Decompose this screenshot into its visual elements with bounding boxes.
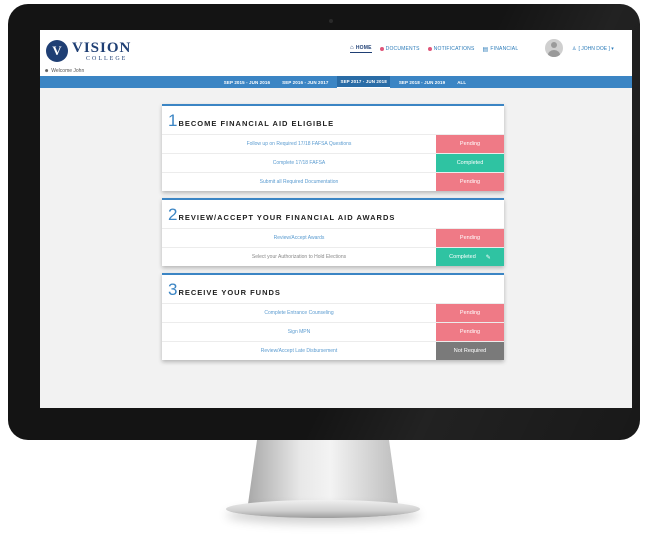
nav-notifications[interactable]: NOTIFICATIONS	[427, 46, 475, 52]
user-menu[interactable]: ♙ [ JOHN DOE ] ▾	[572, 46, 614, 52]
step-number: 2	[168, 205, 178, 224]
status-badge: Not Required	[436, 342, 504, 360]
top-bar: V VISION COLLEGE ☻ Welcome John ⌂ HOME D…	[40, 30, 632, 76]
documents-badge-icon	[379, 47, 384, 51]
main-nav: ⌂ HOME DOCUMENTS NOTIFICATIONS ▤ FINANCI…	[350, 45, 518, 53]
status-badge: Pending	[436, 304, 504, 322]
step-title: REVIEW/ACCEPT YOUR FINANCIAL AID AWARDS	[178, 213, 396, 222]
logo-mark: V	[46, 40, 68, 62]
steps-list: 1 BECOME FINANCIAL AID ELIGIBLE Follow u…	[162, 104, 504, 367]
monitor-scene: V VISION COLLEGE ☻ Welcome John ⌂ HOME D…	[0, 0, 646, 540]
task-link[interactable]: Review/Accept Late Disbursement	[162, 342, 436, 360]
status-badge: Completed	[436, 154, 504, 172]
app-screen: V VISION COLLEGE ☻ Welcome John ⌂ HOME D…	[40, 30, 632, 408]
task-text: Select your Authorization to Hold Electi…	[251, 254, 347, 260]
step-header: 2 REVIEW/ACCEPT YOUR FINANCIAL AID AWARD…	[162, 200, 504, 228]
step-header: 3 RECEIVE YOUR FUNDS	[162, 275, 504, 303]
task-row: Sign MPN Pending	[162, 322, 504, 341]
financial-icon: ▤	[482, 46, 489, 53]
year-tabs: SEP 2015 - JUN 2016 SEP 2016 - JUN 2017 …	[40, 76, 632, 88]
college-logo[interactable]: V VISION COLLEGE	[46, 40, 131, 62]
status-badge: Pending	[436, 135, 504, 153]
user-icon: ♙	[572, 46, 577, 52]
task-link[interactable]: Complete 17/18 FAFSA	[162, 154, 436, 172]
task-link[interactable]: Sign MPN	[162, 323, 436, 341]
nav-documents[interactable]: DOCUMENTS	[379, 46, 420, 52]
monitor-stand-base	[226, 500, 420, 518]
year-tab[interactable]: SEP 2016 - JUN 2017	[279, 77, 331, 88]
monitor-stand-neck	[248, 440, 398, 504]
task-row: Review/Accept Awards Pending	[162, 228, 504, 247]
step-number: 3	[168, 280, 178, 299]
user-name: [ JOHN DOE ] ▾	[578, 46, 614, 52]
task-row: Complete 17/18 FAFSA Completed	[162, 153, 504, 172]
task-link[interactable]: Review/Accept Awards	[162, 229, 436, 247]
status-badge: Pending	[436, 323, 504, 341]
step-title: BECOME FINANCIAL AID ELIGIBLE	[178, 119, 335, 128]
step-number: 1	[168, 111, 178, 130]
task-row: Submit all Required Documentation Pendin…	[162, 172, 504, 191]
year-tab-all[interactable]: ALL	[454, 77, 469, 88]
user-small-icon: ☻	[44, 68, 50, 74]
task-row: Select your Authorization to Hold Electi…	[162, 247, 504, 266]
logo-subtitle: COLLEGE	[86, 56, 128, 62]
step-card-2: 2 REVIEW/ACCEPT YOUR FINANCIAL AID AWARD…	[162, 198, 504, 266]
step-card-3: 3 RECEIVE YOUR FUNDS Complete Entrance C…	[162, 273, 504, 360]
logo-title: VISION	[72, 40, 132, 56]
status-badge: Pending	[436, 173, 504, 191]
task-link[interactable]: Follow up on Required 17/18 FAFSA Questi…	[162, 135, 436, 153]
nav-financial[interactable]: ▤ FINANCIAL	[483, 46, 519, 53]
status-badge: Pending	[436, 229, 504, 247]
year-tab[interactable]: SEP 2015 - JUN 2016	[221, 77, 273, 88]
step-card-1: 1 BECOME FINANCIAL AID ELIGIBLE Follow u…	[162, 104, 504, 191]
step-title: RECEIVE YOUR FUNDS	[178, 288, 281, 297]
nav-home[interactable]: ⌂ HOME	[350, 45, 372, 53]
year-tab-active[interactable]: SEP 2017 - JUN 2018	[337, 76, 390, 88]
webcam-dot	[329, 19, 333, 23]
status-text: Completed	[449, 254, 476, 260]
notifications-badge-icon	[427, 47, 432, 51]
status-badge-editable[interactable]: Completed ✎	[436, 248, 504, 266]
year-tab[interactable]: SEP 2018 - JUN 2019	[396, 77, 448, 88]
welcome-message: ☻ Welcome John	[44, 68, 84, 74]
task-link[interactable]: Complete Entrance Counseling	[162, 304, 436, 322]
step-header: 1 BECOME FINANCIAL AID ELIGIBLE	[162, 106, 504, 134]
home-icon: ⌂	[350, 45, 354, 51]
task-row: Review/Accept Late Disbursement Not Requ…	[162, 341, 504, 360]
welcome-text: Welcome John	[51, 68, 85, 74]
task-link[interactable]: Submit all Required Documentation	[162, 173, 436, 191]
task-row: Complete Entrance Counseling Pending	[162, 303, 504, 322]
task-row: Follow up on Required 17/18 FAFSA Questi…	[162, 134, 504, 153]
pencil-icon[interactable]: ✎	[486, 254, 491, 261]
avatar[interactable]	[545, 39, 563, 57]
